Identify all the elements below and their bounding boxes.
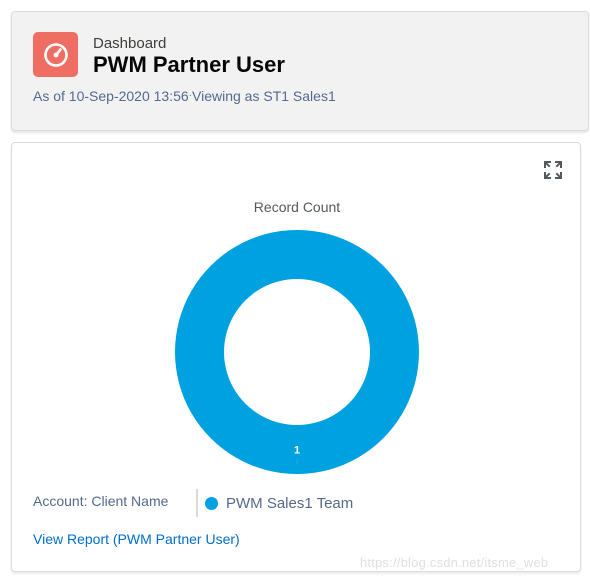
donut-chart: 1 — [174, 230, 419, 474]
legend-divider — [196, 489, 198, 517]
view-report-link[interactable]: View Report (PWM Partner User) — [33, 531, 240, 547]
watermark-text: https://blog.csdn.net/itsme_web — [360, 555, 549, 570]
viewing-as-label: Viewing as ST1 Sales1 — [192, 88, 336, 104]
dashboard-header: Dashboard PWM Partner User As of 10-Sep-… — [11, 11, 589, 131]
expand-icon[interactable] — [543, 160, 563, 180]
donut-value-label: 1 — [294, 445, 300, 457]
dashboard-subtitle: As of 10-Sep-2020 13:56·Viewing as ST1 S… — [33, 88, 336, 104]
object-type-label: Dashboard — [93, 35, 167, 52]
legend-swatch — [205, 497, 218, 510]
legend-item[interactable]: PWM Sales1 Team — [205, 495, 353, 512]
donut-slice[interactable] — [174, 230, 419, 474]
as-of-timestamp: As of 10-Sep-2020 13:56 — [33, 88, 189, 104]
dashboard-gauge-icon — [33, 32, 78, 77]
legend-title: Account: Client Name — [33, 493, 169, 509]
chart-title: Record Count — [253, 199, 341, 215]
dashboard-widget: Record Count 1 Account: Client Name PWM … — [11, 142, 581, 572]
legend-label: PWM Sales1 Team — [226, 495, 354, 512]
dashboard-page: Dashboard PWM Partner User As of 10-Sep-… — [0, 0, 590, 583]
page-title: PWM Partner User — [93, 52, 285, 77]
